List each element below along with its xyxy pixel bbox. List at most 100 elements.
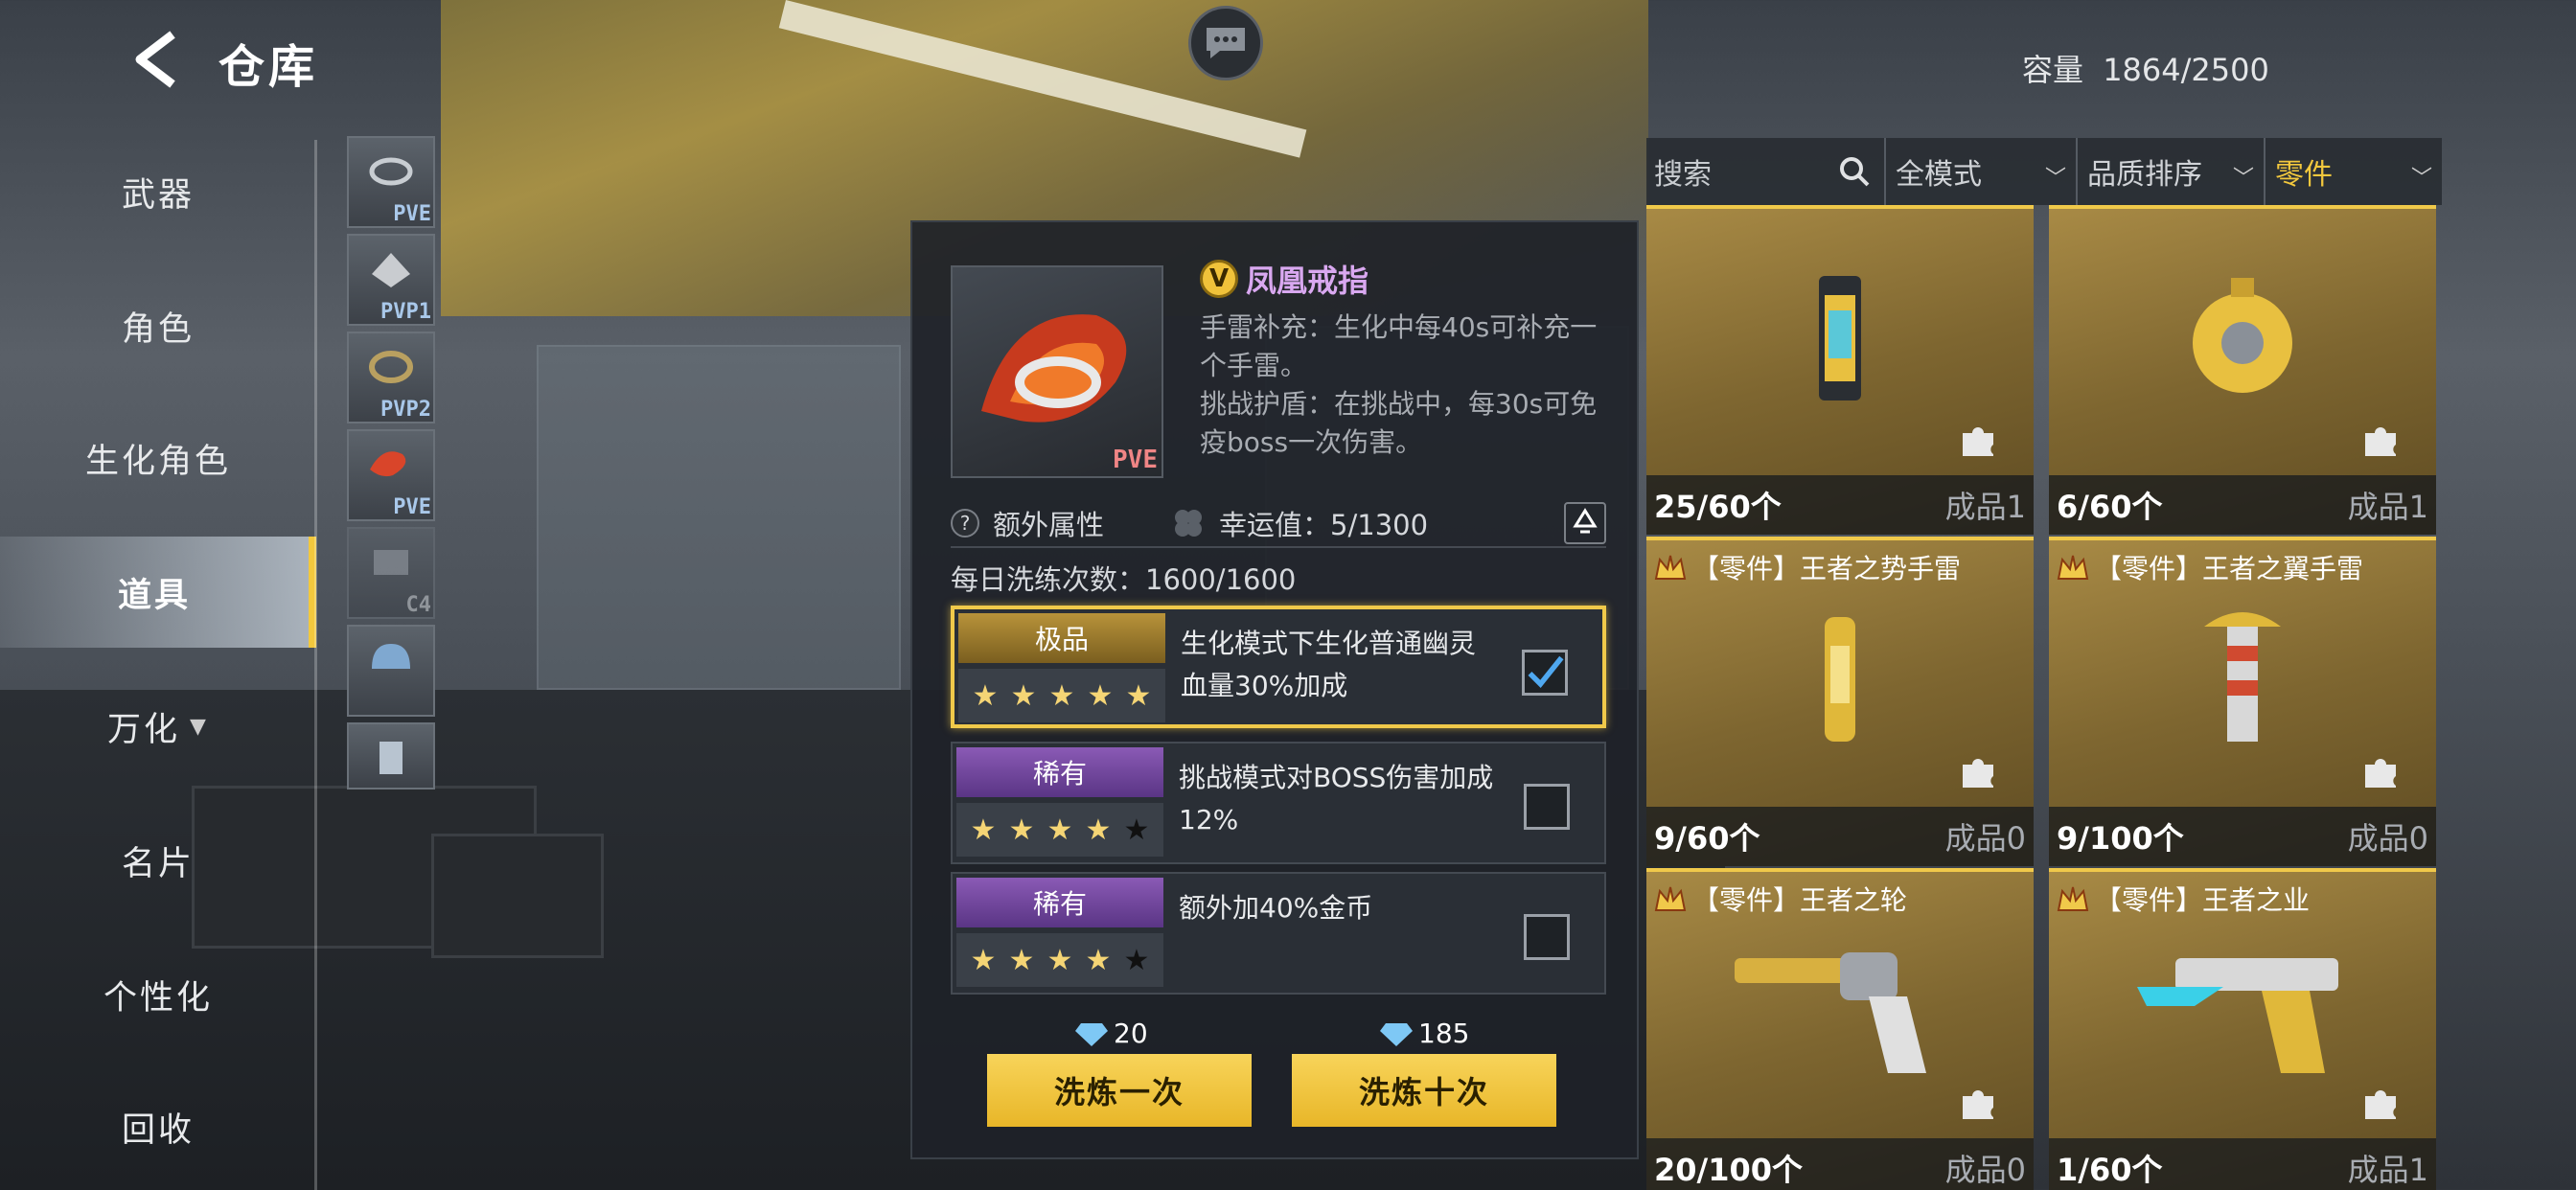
card-name: 【零件】王者之轮 (1692, 884, 1908, 916)
chat-bubble-icon[interactable] (1188, 6, 1263, 80)
thumbnail-tag: C4 (405, 593, 432, 617)
mode-tag: PVE (1113, 446, 1158, 474)
search-placeholder: 搜索 (1654, 158, 1712, 192)
mode-dropdown[interactable]: 全模式 ﹀ (1886, 138, 2078, 205)
nav-item-recycle[interactable]: 回收 (0, 1071, 316, 1182)
star-icon: ★ (1046, 943, 1073, 977)
refine-option[interactable]: 稀有 ★ ★ ★ ★ ★ 额外加40%金币 (951, 872, 1606, 995)
mode-value: 全模式 (1896, 158, 1982, 192)
option-text: 生化模式下生化普通幽灵血量30%加成 (1181, 628, 1477, 701)
refine-once-button[interactable]: 洗炼一次 (987, 1054, 1252, 1127)
card-title: 【零件】王者之翼手雷 (2057, 548, 2363, 586)
card-title: 【零件】王者之势手雷 (1654, 548, 1961, 586)
nav-label: 道具 (117, 576, 191, 615)
price-once: 20 (1075, 1018, 1148, 1049)
thumbnail-ring[interactable]: PVP2 (347, 332, 435, 423)
nav-item-cards[interactable]: 名片 (0, 805, 316, 916)
card-footer: 6/60个 成品1 (2049, 475, 2436, 535)
item-card[interactable]: 【零件】王者之轮 20/100个 成品0 (1646, 868, 2034, 1190)
ring-icon (369, 351, 413, 383)
nav-item-wanhua[interactable]: 万化 ▼ (0, 671, 316, 782)
grade-tag: 极品 (958, 613, 1165, 663)
category-dropdown[interactable]: 零件 ﹀ (2266, 138, 2442, 205)
star-icon: ★ (1008, 812, 1035, 847)
grenade-canister-icon (1819, 276, 1861, 400)
grade-tag: 稀有 (956, 878, 1163, 927)
category-nav: 武器 角色 生化角色 道具 万化 ▼ 名片 个性化 回收 (0, 136, 316, 1190)
v-grade-icon: V (1200, 260, 1238, 298)
thumbnail-tag: PVP2 (380, 398, 431, 422)
thumbnail-tag: PVP1 (380, 300, 431, 324)
revolver-icon (1735, 952, 1926, 1073)
thumbnail-item[interactable] (347, 722, 435, 790)
nav-item-props[interactable]: 道具 (0, 537, 316, 648)
price-ten-value: 185 (1418, 1018, 1470, 1049)
crown-icon (2057, 886, 2089, 911)
question-icon[interactable]: ? (951, 509, 979, 538)
thumbnail-ring[interactable]: PVP1 (347, 234, 435, 326)
item-description: 手雷补充：生化中每40s可补充一个手雷。 挑战护盾：在挑战中，每30s可免疫bo… (1200, 309, 1622, 462)
star-empty-icon: ★ (1123, 943, 1150, 977)
item-name: V 凤凰戒指 (1200, 257, 1368, 301)
finished-count: 成品1 (1944, 489, 2026, 525)
nav-label: 武器 (121, 175, 195, 215)
nav-item-characters[interactable]: 角色 (0, 270, 316, 381)
part-count: 9/60个 (1654, 820, 1760, 857)
thumbnail-ring[interactable]: PVE (347, 136, 435, 228)
card-name: 【零件】王者之业 (2095, 884, 2311, 916)
chevron-down-icon: ﹀ (2410, 167, 2432, 191)
star-icon: ★ (1085, 812, 1112, 847)
thumbnail-tag: PVE (393, 202, 431, 226)
nav-label: 生化角色 (84, 442, 231, 481)
thumbnail-c4[interactable]: C4 (347, 527, 435, 619)
puzzle-piece-icon (1963, 427, 1993, 456)
nav-item-zombie-characters[interactable]: 生化角色 (0, 402, 316, 514)
background-window-left (537, 345, 901, 690)
helmet-icon (372, 644, 410, 669)
clover-icon (1175, 510, 1203, 537)
star-icon: ★ (1046, 812, 1073, 847)
extra-attr-row: ? 额外属性 幸运值：5/1300 (951, 500, 1606, 548)
item-card[interactable]: 【零件】王者之势手雷 9/60个 成品0 (1646, 537, 2034, 866)
crown-icon (1654, 555, 1687, 580)
refine-option[interactable]: 极品 ★ ★ ★ ★ ★ 生化模式下生化普通幽灵血量30%加成 (951, 606, 1606, 728)
search-input[interactable]: 搜索 (1646, 138, 1886, 205)
part-count: 25/60个 (1654, 489, 1782, 525)
finished-count: 成品1 (2347, 1152, 2428, 1188)
puzzle-piece-icon (1963, 759, 1993, 788)
item-card[interactable]: 25/60个 成品1 (1646, 205, 2034, 535)
puzzle-piece-icon (2365, 1090, 2396, 1119)
star-icon: ★ (1048, 678, 1075, 713)
nav-item-weapons[interactable]: 武器 (0, 136, 316, 247)
item-card[interactable]: 【零件】王者之业 1/60个 成品1 (2049, 868, 2436, 1190)
sort-dropdown[interactable]: 品质排序 ﹀ (2078, 138, 2266, 205)
item-card[interactable]: 【零件】王者之翼手雷 9/100个 成品0 (2049, 537, 2436, 866)
thumbnail-ring[interactable]: PVE (347, 429, 435, 521)
option-checkbox[interactable] (1522, 650, 1568, 696)
part-count: 20/100个 (1654, 1152, 1804, 1188)
grade-tag: 稀有 (956, 747, 1163, 797)
star-rating: ★ ★ ★ ★ ★ (958, 669, 1165, 722)
recycle-icon[interactable] (1564, 502, 1606, 544)
nav-item-personalize[interactable]: 个性化 (0, 939, 316, 1050)
back-arrow-icon[interactable] (130, 29, 184, 90)
thumbnail-helmet[interactable] (347, 625, 435, 717)
search-icon[interactable] (1838, 155, 1871, 188)
refine-option[interactable]: 稀有 ★ ★ ★ ★ ★ 挑战模式对BOSS伤害加成12% (951, 742, 1606, 864)
puzzle-piece-icon (2365, 759, 2396, 788)
extra-attr-label: 额外属性 (993, 509, 1105, 541)
card-footer: 25/60个 成品1 (1646, 475, 2034, 535)
refine-ten-button[interactable]: 洗炼十次 (1292, 1054, 1556, 1127)
option-text: 挑战模式对BOSS伤害加成12% (1179, 762, 1494, 835)
capacity-indicator: 容量 1864/2500 (2022, 46, 2269, 90)
option-checkbox[interactable] (1524, 784, 1570, 830)
diamond-icon (1075, 1022, 1108, 1046)
item-image: PVE (951, 265, 1163, 478)
item-card[interactable]: 6/60个 成品1 (2049, 205, 2436, 535)
option-checkbox[interactable] (1524, 914, 1570, 960)
star-icon: ★ (972, 678, 999, 713)
item-detail-panel: PVE V 凤凰戒指 手雷补充：生化中每40s可补充一个手雷。 挑战护盾：在挑战… (910, 220, 1639, 1159)
star-icon: ★ (970, 943, 997, 977)
star-icon: ★ (1085, 943, 1112, 977)
star-icon: ★ (1008, 943, 1035, 977)
